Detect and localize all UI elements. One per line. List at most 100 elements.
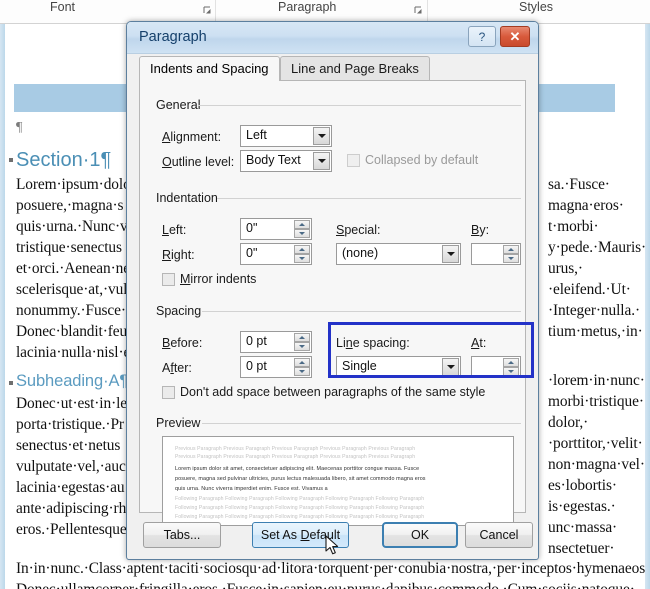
- stepper-buttons[interactable]: [294, 333, 310, 351]
- document-heading-2: Subheading·A¶: [16, 372, 129, 390]
- document-body-line: vulputate·vel,·auc: [16, 458, 126, 475]
- stepper-up-icon[interactable]: [503, 245, 519, 254]
- document-body-line: scelerisque·at,·vul: [16, 281, 128, 298]
- page-left-edge: [0, 24, 5, 589]
- pilcrow-mark: ¶: [16, 120, 23, 135]
- dialog-footer: Tabs... Set As Default OK Cancel: [133, 518, 533, 552]
- ok-button[interactable]: OK: [382, 522, 458, 548]
- stepper-buttons[interactable]: [503, 245, 519, 263]
- before-spacing-stepper[interactable]: 0 pt: [240, 331, 312, 353]
- chevron-down-icon[interactable]: [442, 358, 459, 376]
- stepper-down-icon[interactable]: [294, 342, 310, 351]
- document-body-line: magna·eros·: [548, 197, 624, 214]
- document-body-line: eros.·Pellentesque: [16, 521, 127, 538]
- document-body-line: tium·metus,·in·: [548, 323, 643, 340]
- stepper-buttons[interactable]: [294, 358, 310, 376]
- right-indent-stepper[interactable]: 0": [240, 243, 312, 265]
- document-body-line: In·in·nunc.·Class·aptent·taciti·sociosqu…: [16, 560, 650, 577]
- left-indent-label: Left:: [162, 223, 187, 237]
- stepper-up-icon[interactable]: [294, 333, 310, 342]
- chevron-down-icon[interactable]: [442, 245, 459, 263]
- preview-previous-line: Previous Paragraph Previous Paragraph Pr…: [175, 454, 416, 460]
- stepper-down-icon[interactable]: [294, 254, 310, 263]
- dialog-launcher-icon-font[interactable]: [203, 6, 212, 15]
- checkbox-box: [347, 153, 360, 167]
- set-as-default-button[interactable]: Set As Default: [252, 522, 349, 548]
- document-body-line: es·lobortis·: [548, 477, 617, 494]
- close-icon[interactable]: ✕: [500, 26, 530, 47]
- tab-line-and-page-breaks[interactable]: Line and Page Breaks: [280, 56, 430, 80]
- outline-level-label: Outline level:: [162, 155, 235, 169]
- document-body-line: y·pede.·Mauris·: [548, 239, 647, 256]
- at-stepper[interactable]: [471, 356, 521, 378]
- mirror-indents-checkbox[interactable]: Mirror indents: [162, 272, 256, 286]
- chevron-down-icon[interactable]: [313, 127, 330, 145]
- at-label: At:: [471, 336, 487, 350]
- cancel-button[interactable]: Cancel: [465, 522, 533, 548]
- after-spacing-stepper[interactable]: 0 pt: [240, 356, 312, 378]
- group-label-indentation: Indentation: [152, 191, 222, 205]
- document-body-line: sa.·Fusce·: [548, 176, 610, 193]
- document-body-line: dolor,·: [548, 414, 589, 431]
- outline-level-dropdown[interactable]: Body Text: [240, 150, 332, 172]
- dont-add-space-checkbox[interactable]: Don't add space between paragraphs of th…: [162, 385, 485, 399]
- chevron-down-icon[interactable]: [313, 152, 330, 170]
- right-indent-label: Right:: [162, 248, 195, 262]
- outline-bullet-2: [9, 381, 13, 385]
- group-label-spacing: Spacing: [152, 304, 206, 318]
- group-rule-spacing: [202, 311, 521, 312]
- document-body-line: is·egestas.·: [548, 498, 616, 515]
- preview-following-line: Following Paragraph Following Paragraph …: [175, 505, 425, 511]
- stepper-down-icon[interactable]: [503, 254, 519, 263]
- tab-strip: Indents and Spacing Line and Page Breaks: [139, 56, 526, 81]
- stepper-up-icon[interactable]: [503, 358, 519, 367]
- left-indent-value: 0": [246, 221, 258, 235]
- dialog-title-bar[interactable]: Paragraph ? ✕: [127, 22, 538, 54]
- preview-current-line: posuere, magna sed pulvinar ultricies, p…: [175, 476, 426, 482]
- alignment-value: Left: [246, 128, 267, 142]
- alignment-dropdown[interactable]: Left: [240, 125, 332, 147]
- group-label-preview: Preview: [152, 416, 205, 430]
- set-as-default-label: Set As Default: [260, 528, 341, 542]
- outline-bullet-1: [9, 158, 13, 162]
- right-indent-value: 0": [246, 246, 258, 260]
- special-value: (none): [342, 246, 379, 260]
- document-body-line: lacinia·nulla·nisl·e: [16, 344, 131, 361]
- stepper-down-icon[interactable]: [294, 367, 310, 376]
- document-body-line: senectus·et·netus: [16, 437, 121, 454]
- tabs-button[interactable]: Tabs...: [143, 522, 221, 548]
- stepper-down-icon[interactable]: [294, 229, 310, 238]
- checkbox-box[interactable]: [162, 272, 175, 286]
- checkbox-box[interactable]: [162, 385, 175, 399]
- stepper-up-icon[interactable]: [294, 245, 310, 254]
- dialog-launcher-icon-paragraph[interactable]: [414, 6, 423, 15]
- special-dropdown[interactable]: (none): [336, 243, 461, 265]
- document-body-line: ·eleifend.·Ut·: [548, 281, 631, 298]
- dont-add-space-label: Don't add space between paragraphs of th…: [180, 385, 486, 399]
- tab-indents-and-spacing[interactable]: Indents and Spacing: [139, 56, 280, 81]
- stepper-down-icon[interactable]: [503, 367, 519, 376]
- document-body-line: tristique·senectus: [16, 239, 122, 256]
- stepper-buttons[interactable]: [294, 220, 310, 238]
- alignment-label: Alignment:: [162, 130, 222, 144]
- document-body-line: et·orci.·Aenean·ne: [16, 260, 130, 277]
- line-spacing-dropdown[interactable]: Single: [336, 356, 461, 378]
- stepper-buttons[interactable]: [294, 245, 310, 263]
- document-body-line: nsectetuer·: [548, 540, 615, 557]
- preview-current-line: Lorem ipsum dolor sit amet, consectetuer…: [175, 466, 420, 472]
- stepper-buttons[interactable]: [503, 358, 519, 376]
- preview-following-line: Following Paragraph Following Paragraph …: [175, 496, 425, 502]
- by-stepper[interactable]: [471, 243, 521, 265]
- document-body-line: posuere,·magna·s: [16, 197, 124, 214]
- help-button[interactable]: ?: [468, 26, 496, 47]
- document-body-line: morbi·tristique·: [548, 393, 644, 410]
- stepper-up-icon[interactable]: [294, 220, 310, 229]
- left-indent-stepper[interactable]: 0": [240, 218, 312, 240]
- document-body-line: urus,·: [548, 260, 583, 277]
- document-body-line: unc·massa·: [548, 519, 618, 536]
- document-body-line: Lorem·ipsum·dolo: [16, 176, 131, 193]
- document-body-line: Donec·ut·est·in·le: [16, 395, 128, 412]
- document-body-line: ·lorem·in·nunc·: [548, 372, 645, 389]
- stepper-up-icon[interactable]: [294, 358, 310, 367]
- document-body-line: ·porttitor,·velit·: [548, 435, 643, 452]
